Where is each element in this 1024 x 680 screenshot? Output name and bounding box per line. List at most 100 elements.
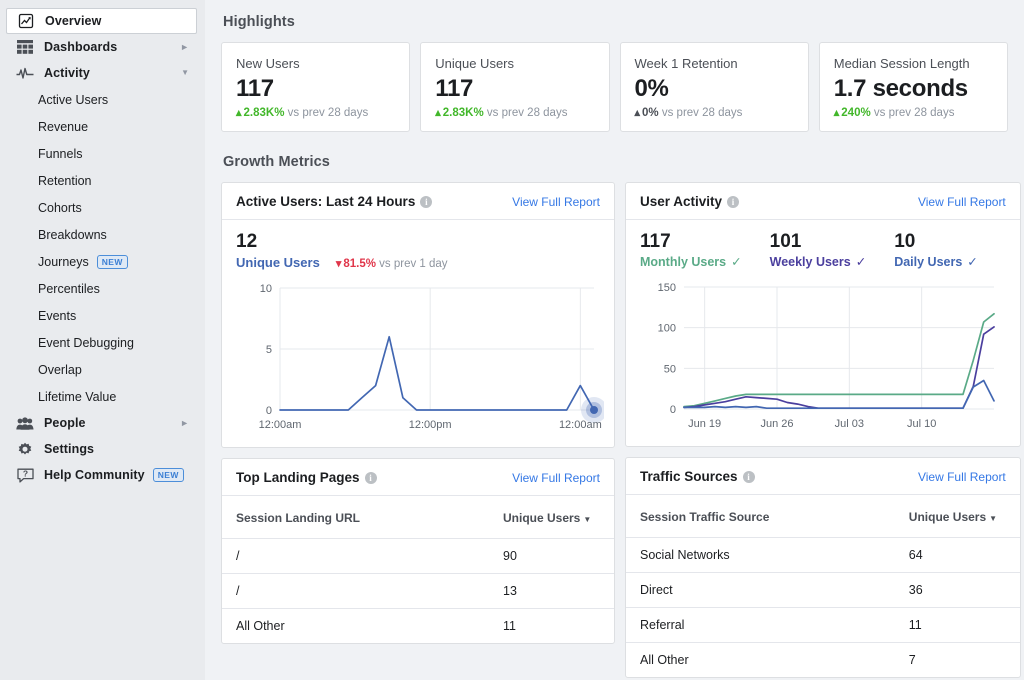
- highlight-card-week1-retention: Week 1 Retention 0% 0% vs prev 28 days: [620, 42, 809, 132]
- sidebar-item-label: People: [44, 416, 86, 430]
- sidebar-item-breakdowns[interactable]: Breakdowns: [0, 221, 205, 248]
- sidebar-item-retention[interactable]: Retention: [0, 167, 205, 194]
- sidebar-item-dashboards[interactable]: Dashboards ►: [6, 34, 199, 60]
- legend-item-daily-users[interactable]: 10 Daily Users✓: [894, 230, 978, 269]
- sort-descending-icon: ▼: [583, 515, 591, 524]
- table-row: Referral11: [626, 608, 1020, 643]
- svg-text:10: 10: [260, 283, 272, 295]
- highlight-label: Week 1 Retention: [635, 56, 794, 71]
- highlights-title: Highlights: [223, 14, 1008, 30]
- highlight-delta: 0% vs prev 28 days: [635, 106, 794, 119]
- legend-item-weekly-users[interactable]: 101 Weekly Users✓: [770, 230, 867, 269]
- sidebar-item-people[interactable]: People ►: [6, 410, 199, 436]
- sidebar-item-journeys[interactable]: Journeys NEW: [0, 248, 205, 275]
- card-title: User Activity: [640, 194, 722, 209]
- highlight-label: New Users: [236, 56, 395, 71]
- cell-source: Direct: [626, 573, 895, 608]
- svg-text:Jun 19: Jun 19: [688, 418, 721, 430]
- delta-percent: 2.83K%: [435, 107, 483, 119]
- highlight-card-new-users: New Users 117 2.83K% vs prev 28 days: [221, 42, 410, 132]
- sidebar-subitem-label: Event Debugging: [38, 336, 134, 350]
- sidebar-item-active-users[interactable]: Active Users: [0, 86, 205, 113]
- table-row: All Other11: [222, 609, 614, 644]
- table-body: /90 /13 All Other11: [222, 539, 614, 644]
- table-head: Session Landing URL Unique Users▼: [222, 496, 614, 539]
- legend-value: 101: [770, 230, 867, 254]
- cell-unique-users: 64: [895, 538, 1020, 573]
- active-users-subline: Unique Users 81.5% vs prev 1 day: [236, 255, 600, 270]
- column-header-unique-users[interactable]: Unique Users▼: [895, 495, 1020, 538]
- table-row: /90: [222, 539, 614, 574]
- people-icon: [16, 414, 34, 432]
- highlight-value: 0%: [635, 74, 794, 104]
- cell-unique-users: 13: [489, 574, 614, 609]
- sidebar-item-help-community[interactable]: ? Help Community NEW: [6, 462, 199, 488]
- highlight-value: 117: [236, 74, 395, 104]
- user-activity-line-chart: 050100150Jun 19Jun 26Jul 03Jul 10: [636, 277, 1006, 437]
- card-title: Traffic Sources: [640, 469, 738, 484]
- svg-text:50: 50: [664, 363, 676, 375]
- highlights-row: New Users 117 2.83K% vs prev 28 days Uni…: [221, 42, 1008, 132]
- active-users-metric-label[interactable]: Unique Users: [236, 255, 320, 270]
- legend-label-text: Monthly Users: [640, 255, 726, 269]
- traffic-sources-table: Session Traffic Source Unique Users▼ Soc…: [626, 495, 1020, 677]
- table-row: Direct36: [626, 573, 1020, 608]
- table-row: /13: [222, 574, 614, 609]
- sidebar-item-label: Activity: [44, 66, 90, 80]
- user-activity-chart: 050100150Jun 19Jun 26Jul 03Jul 10: [626, 277, 1020, 446]
- active-users-card: Active Users: Last 24 Hours i View Full …: [221, 182, 615, 448]
- cell-source: All Other: [626, 643, 895, 678]
- sidebar-item-lifetime-value[interactable]: Lifetime Value: [0, 383, 205, 410]
- view-full-report-link[interactable]: View Full Report: [918, 470, 1006, 484]
- sidebar-item-cohorts[interactable]: Cohorts: [0, 194, 205, 221]
- sidebar-item-overview[interactable]: Overview: [6, 8, 197, 34]
- cell-unique-users: 11: [895, 608, 1020, 643]
- info-icon[interactable]: i: [743, 471, 755, 483]
- column-header-session-traffic-source[interactable]: Session Traffic Source: [626, 495, 895, 538]
- sidebar-item-overlap[interactable]: Overlap: [0, 356, 205, 383]
- table-row: All Other7: [626, 643, 1020, 678]
- info-icon[interactable]: i: [365, 472, 377, 484]
- cell-url: /: [222, 574, 489, 609]
- sidebar-item-revenue[interactable]: Revenue: [0, 113, 205, 140]
- growth-left-column: Active Users: Last 24 Hours i View Full …: [221, 182, 615, 678]
- new-badge: NEW: [97, 255, 128, 269]
- growth-right-column: User Activity i View Full Report 117 Mon…: [625, 182, 1021, 678]
- info-icon[interactable]: i: [727, 196, 739, 208]
- highlight-delta: 240% vs prev 28 days: [834, 106, 993, 119]
- sidebar-subitem-label: Lifetime Value: [38, 390, 116, 404]
- sidebar-item-label: Settings: [44, 442, 94, 456]
- legend-label-text: Daily Users: [894, 255, 962, 269]
- sidebar-subitem-label: Overlap: [38, 363, 82, 377]
- legend-label: Monthly Users ✓: [640, 254, 742, 269]
- sidebar-item-event-debugging[interactable]: Event Debugging: [0, 329, 205, 356]
- sidebar-item-funnels[interactable]: Funnels: [0, 140, 205, 167]
- chevron-right-icon: ►: [180, 43, 189, 52]
- card-title: Active Users: Last 24 Hours: [236, 194, 415, 209]
- legend-item-monthly-users[interactable]: 117 Monthly Users ✓: [640, 230, 742, 269]
- delta-percent: 81.5%: [336, 258, 376, 270]
- check-icon: ✓: [731, 255, 741, 269]
- card-header: Top Landing Pages i View Full Report: [222, 459, 614, 496]
- highlight-label: Unique Users: [435, 56, 594, 71]
- sidebar-item-percentiles[interactable]: Percentiles: [0, 275, 205, 302]
- column-header-unique-users[interactable]: Unique Users▼: [489, 496, 614, 539]
- delta-note: vs prev 28 days: [288, 107, 369, 119]
- active-users-value: 12: [236, 230, 600, 254]
- svg-text:Jul 03: Jul 03: [835, 418, 864, 430]
- sidebar-item-settings[interactable]: Settings: [6, 436, 199, 462]
- column-header-session-landing-url[interactable]: Session Landing URL: [222, 496, 489, 539]
- view-full-report-link[interactable]: View Full Report: [512, 471, 600, 485]
- cell-source: Referral: [626, 608, 895, 643]
- sidebar-item-events[interactable]: Events: [0, 302, 205, 329]
- table-header-row: Session Landing URL Unique Users▼: [222, 496, 614, 539]
- sidebar-item-activity[interactable]: Activity ▼: [6, 60, 199, 86]
- top-landing-pages-card: Top Landing Pages i View Full Report Ses…: [221, 458, 615, 644]
- legend-value: 117: [640, 230, 742, 254]
- info-icon[interactable]: i: [420, 196, 432, 208]
- view-full-report-link[interactable]: View Full Report: [918, 195, 1006, 209]
- sidebar-item-label: Overview: [45, 14, 101, 28]
- cell-unique-users: 7: [895, 643, 1020, 678]
- view-full-report-link[interactable]: View Full Report: [512, 195, 600, 209]
- active-users-delta: 81.5% vs prev 1 day: [336, 257, 448, 270]
